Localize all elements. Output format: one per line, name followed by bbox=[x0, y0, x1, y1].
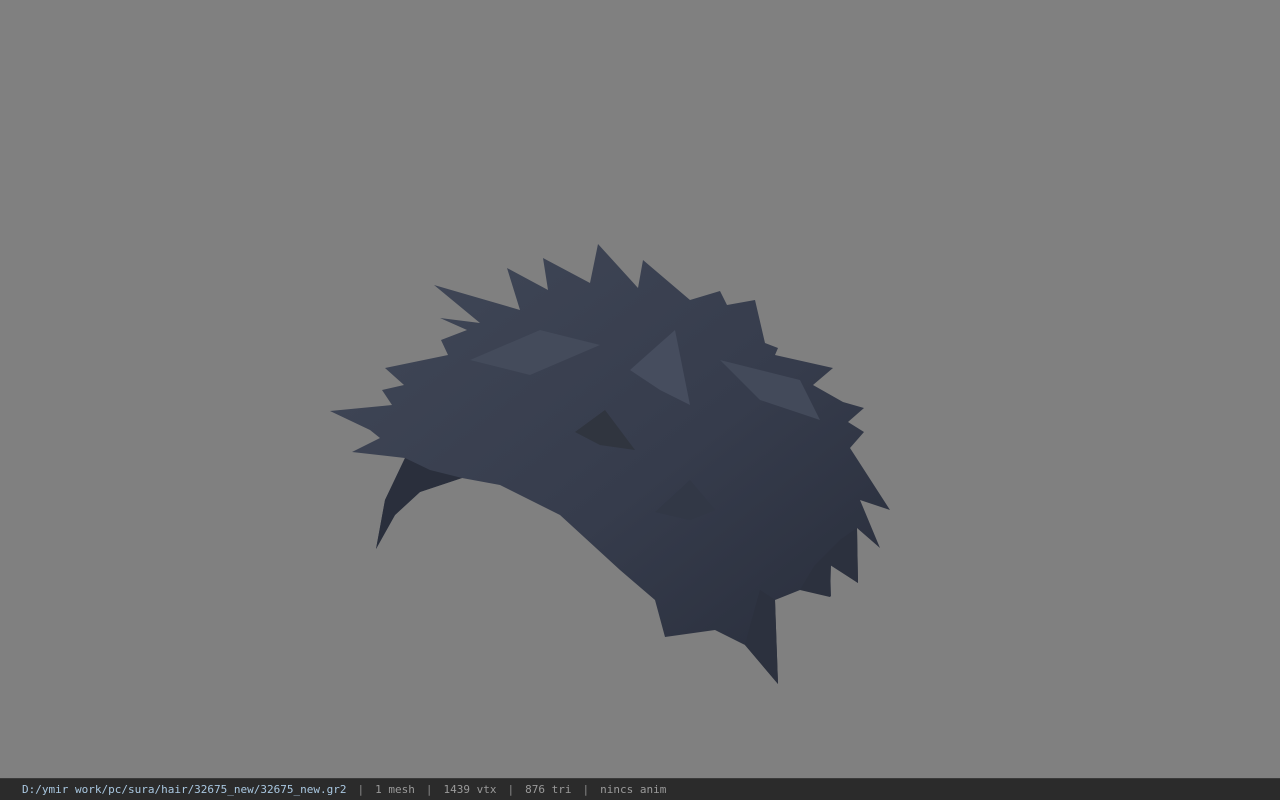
hair-mesh-model[interactable] bbox=[0, 0, 1280, 778]
separator: | bbox=[507, 783, 515, 796]
file-path-label: D:/ymir work/pc/sura/hair/32675_new/3267… bbox=[22, 783, 347, 796]
status-bar: D:/ymir work/pc/sura/hair/32675_new/3267… bbox=[0, 778, 1280, 800]
mesh-count-label: 1 mesh bbox=[375, 783, 415, 796]
vertex-count-label: 1439 vtx bbox=[443, 783, 497, 796]
separator: | bbox=[425, 783, 433, 796]
triangle-count-label: 876 tri bbox=[525, 783, 572, 796]
3d-viewport[interactable] bbox=[0, 0, 1280, 778]
separator: | bbox=[582, 783, 590, 796]
separator: | bbox=[357, 783, 365, 796]
animation-status-label: nincs anim bbox=[600, 783, 667, 796]
